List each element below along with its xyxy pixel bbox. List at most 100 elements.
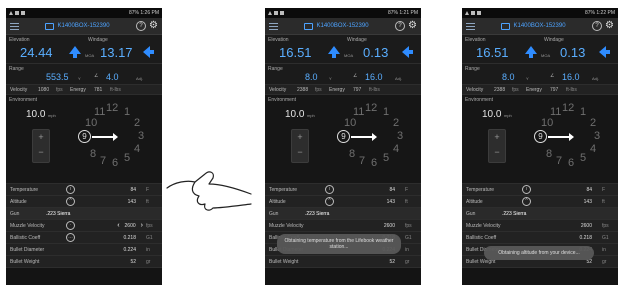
clock-number: 6 bbox=[371, 157, 378, 169]
moa-unit: MOA bbox=[541, 53, 551, 58]
wind-direction-dial[interactable]: 9 bbox=[534, 130, 547, 143]
mountain-icon[interactable]: ^ bbox=[522, 197, 531, 206]
gun-row[interactable]: Gun .223 Sierra bbox=[265, 208, 421, 220]
muzzle-velocity-value: 2600 bbox=[124, 222, 136, 229]
angle-value: 16.0 bbox=[562, 72, 580, 82]
windage-left-arrow-icon bbox=[402, 46, 413, 58]
warning-icon bbox=[9, 11, 13, 15]
wind-speed-stepper[interactable]: + − bbox=[488, 129, 506, 163]
thermometer-icon[interactable]: ı bbox=[325, 185, 334, 194]
wind-speed-stepper[interactable]: + − bbox=[291, 129, 309, 163]
gun-value: .223 Sierra bbox=[46, 210, 71, 217]
status-bar: 87% 1:21 PM bbox=[265, 8, 421, 18]
ballistic-coeff-unit: G1 bbox=[602, 234, 609, 241]
device-selector[interactable]: K1400BOX-152390 bbox=[45, 22, 110, 30]
more-icon[interactable]: … bbox=[66, 233, 75, 242]
angle-icon: ∠ bbox=[353, 73, 358, 79]
clock-number: 3 bbox=[138, 130, 145, 142]
environment-panel: Environment 10.0 mph + − 12 11 1 10 2 3 4… bbox=[462, 95, 618, 184]
energy-unit: ft-lbs bbox=[566, 86, 577, 93]
moa-unit: MOA bbox=[85, 53, 95, 58]
notification-icon bbox=[274, 11, 278, 15]
velocity-unit: fps bbox=[315, 86, 322, 93]
wind-speed-stepper[interactable]: + − bbox=[32, 129, 50, 163]
clock-number: 4 bbox=[134, 143, 141, 155]
altitude-unit: ft bbox=[602, 198, 605, 205]
angle-unit: Adj. bbox=[395, 76, 402, 81]
clock-number: 5 bbox=[383, 152, 390, 164]
bullet-diameter-row[interactable]: Bullet Diameter 0.224 in bbox=[6, 244, 162, 256]
altitude-row[interactable]: Altitude ^ 143 ft bbox=[6, 196, 162, 208]
windage-value: 0.13 bbox=[363, 45, 389, 60]
velocity-label: Velocity bbox=[269, 86, 287, 93]
battery-level: 87% bbox=[128, 10, 139, 16]
pointing-hand-icon bbox=[166, 171, 252, 211]
muzzle-velocity-row: Muzzle Velocity · ‹ 2600 › fps bbox=[6, 220, 162, 232]
muzzle-velocity-stepper[interactable]: ‹ 2600 › bbox=[81, 222, 143, 229]
altitude-row[interactable]: Altitude ^ 143 ft bbox=[265, 196, 421, 208]
app-bar: K1400BOX-152390 ? ⚙ bbox=[462, 18, 618, 35]
bullet-diameter-value: 0.224 bbox=[123, 246, 136, 253]
temperature-row[interactable]: Temperature ı 84 F bbox=[6, 184, 162, 196]
decrease-icon[interactable]: ‹ bbox=[117, 222, 119, 229]
menu-icon[interactable] bbox=[466, 22, 475, 30]
wind-direction-dial[interactable]: 9 bbox=[337, 130, 350, 143]
range-value: 8.0 bbox=[502, 72, 515, 82]
bullet-weight-row[interactable]: Bullet Weight 52 gr bbox=[265, 256, 421, 268]
gun-row[interactable]: Gun .223 Sierra bbox=[462, 208, 618, 220]
gun-row[interactable]: Gun .223 Sierra bbox=[6, 208, 162, 220]
wind-direction-dial[interactable]: 9 bbox=[78, 130, 91, 143]
temperature-label: Temperature bbox=[10, 186, 39, 193]
elevation-up-arrow-icon bbox=[525, 46, 537, 58]
menu-icon[interactable] bbox=[269, 22, 278, 30]
temperature-row[interactable]: Temperature ı 84 F bbox=[265, 184, 421, 196]
bullet-diameter-unit: in bbox=[602, 246, 606, 253]
altitude-row[interactable]: Altitude ^ 143 ft bbox=[462, 196, 618, 208]
image-icon bbox=[21, 11, 25, 15]
angle-unit: Adj. bbox=[592, 76, 599, 81]
thermometer-icon[interactable]: ı bbox=[522, 185, 531, 194]
environment-panel: Environment 10.0 mph + − 12 11 1 10 2 3 4… bbox=[265, 95, 421, 184]
ballistic-coeff-label: Ballistic Coeff bbox=[10, 234, 41, 241]
clock-icon[interactable]: · bbox=[66, 221, 75, 230]
altitude-label: Altitude bbox=[269, 198, 286, 205]
mountain-icon[interactable]: ^ bbox=[325, 197, 334, 206]
bullet-weight-unit: gr bbox=[405, 258, 410, 265]
temperature-row[interactable]: Temperature ı 84 F bbox=[462, 184, 618, 196]
velocity-energy-row: Velocity 2388 fps Energy 797 ft-lbs bbox=[462, 85, 618, 95]
ballistic-coeff-row[interactable]: Ballistic Coeff 0.218 G1 bbox=[462, 232, 618, 244]
bullet-weight-unit: gr bbox=[602, 258, 607, 265]
mountain-icon[interactable]: ^ bbox=[66, 197, 75, 206]
clock-number: 1 bbox=[580, 106, 587, 118]
velocity-label: Velocity bbox=[466, 86, 484, 93]
device-selector[interactable]: K1400BOX-152390 bbox=[501, 22, 566, 30]
altitude-label: Altitude bbox=[466, 198, 483, 205]
gear-icon[interactable]: ⚙ bbox=[605, 21, 614, 31]
device-selector[interactable]: K1400BOX-152390 bbox=[304, 22, 369, 30]
device-name: K1400BOX-152390 bbox=[513, 23, 566, 29]
menu-icon[interactable] bbox=[10, 22, 19, 30]
help-icon[interactable]: ? bbox=[136, 21, 147, 31]
battery-level: 87% bbox=[584, 10, 595, 16]
ballistic-coeff-value: 0.218 bbox=[123, 234, 136, 241]
muzzle-velocity-row: Muzzle Velocity 2600 fps bbox=[265, 220, 421, 232]
help-icon[interactable]: ? bbox=[592, 21, 603, 31]
windage-label: Windage bbox=[347, 37, 367, 43]
image-icon bbox=[280, 11, 284, 15]
status-bar: 87% 1:26 PM bbox=[6, 8, 162, 18]
gear-icon[interactable]: ⚙ bbox=[408, 21, 417, 31]
help-icon[interactable]: ? bbox=[395, 21, 406, 31]
bullet-weight-row[interactable]: Bullet Weight 52 gr bbox=[6, 256, 162, 268]
ballistic-coeff-row[interactable]: Ballistic Coeff … 0.218 G1 bbox=[6, 232, 162, 244]
gear-icon[interactable]: ⚙ bbox=[149, 21, 158, 31]
muzzle-velocity-label: Muzzle Velocity bbox=[269, 222, 304, 229]
increase-icon[interactable]: › bbox=[141, 222, 143, 229]
muzzle-velocity-value: 2600 bbox=[580, 222, 592, 229]
range-panel: Range 8.0 Y ∠ 16.0 Adj. bbox=[265, 64, 421, 85]
thermometer-icon[interactable]: ı bbox=[66, 185, 75, 194]
environment-label: Environment bbox=[268, 97, 297, 103]
clock-number: 12 bbox=[106, 102, 119, 114]
environment-label: Environment bbox=[9, 97, 38, 103]
wind-speed-value: 10.0 bbox=[26, 109, 46, 120]
clock-number: 2 bbox=[590, 117, 597, 129]
